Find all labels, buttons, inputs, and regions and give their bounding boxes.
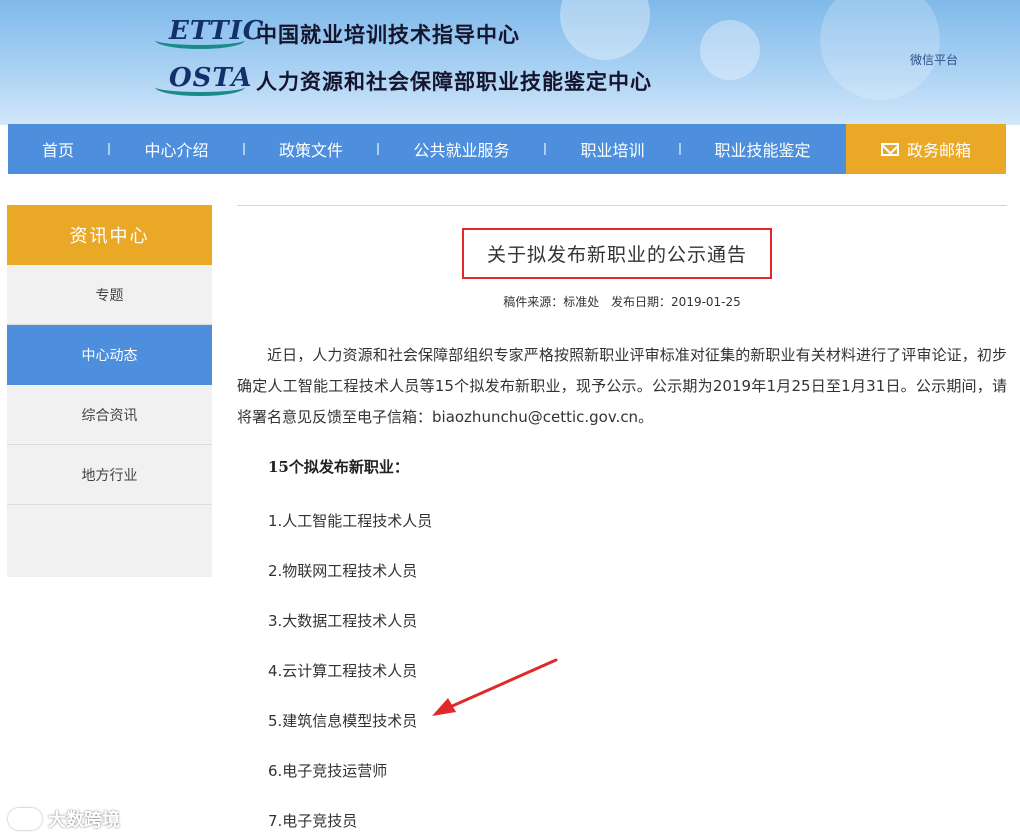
watermark: 大数跨境 [8,806,120,832]
red-arrow-annotation [432,658,558,716]
watermark-logo-icon [8,808,42,830]
watermark-text: 大数跨境 [48,810,120,831]
